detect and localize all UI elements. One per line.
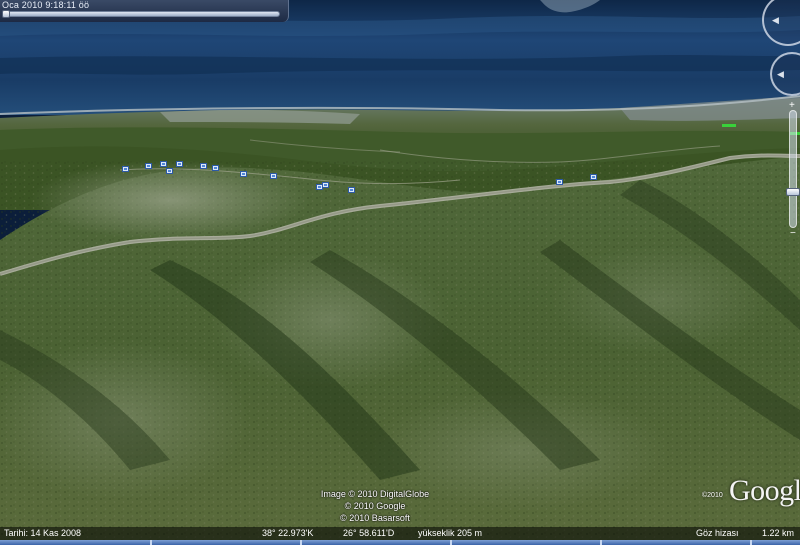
look-around-icon: ◀ <box>772 15 779 25</box>
earth-viewport[interactable]: Oca 2010 9:18:11 öö ◀ ◀ + − Image © 2010… <box>0 0 800 545</box>
imagery-attribution: Image © 2010 DigitalGlobe © 2010 Google … <box>300 488 450 524</box>
imagery-date: Tarihi: 14 Kas 2008 <box>4 528 82 538</box>
status-bar: Tarihi: 14 Kas 2008 38° 22.973'K 26° 58.… <box>0 527 800 540</box>
zoom-slider-thumb[interactable] <box>786 188 800 196</box>
placemark-icon[interactable] <box>556 179 563 185</box>
strip-tick <box>300 540 302 545</box>
attribution-line: © 2010 Basarsoft <box>340 513 410 523</box>
zoom-out-button[interactable]: − <box>790 228 796 239</box>
placemark-icon[interactable] <box>212 165 219 171</box>
placemark-icon[interactable] <box>176 161 183 167</box>
placemark-icon[interactable] <box>200 163 207 169</box>
strip-tick <box>600 540 602 545</box>
placemark-icon[interactable] <box>160 161 167 167</box>
placemark-icon[interactable] <box>122 166 129 172</box>
placemark-icon[interactable] <box>166 168 173 174</box>
placemark-icon[interactable] <box>590 174 597 180</box>
placemark-icon[interactable] <box>322 182 329 188</box>
placemark-icon[interactable] <box>145 163 152 169</box>
time-slider-thumb[interactable] <box>2 10 10 18</box>
google-logo: Google <box>729 474 800 507</box>
move-icon: ◀ <box>777 69 784 79</box>
time-slider[interactable]: Oca 2010 9:18:11 öö <box>0 0 289 22</box>
strip-tick <box>750 540 752 545</box>
strip-tick <box>450 540 452 545</box>
elevation-readout: yükseklik 205 m <box>418 528 483 538</box>
latitude-readout: 38° 22.973'K <box>262 528 314 538</box>
time-slider-label: Oca 2010 9:18:11 öö <box>2 0 90 10</box>
placemark-icon[interactable] <box>270 173 277 179</box>
eye-altitude-label: Göz hizası <box>696 528 739 538</box>
eye-altitude-value: 1.22 km <box>762 528 795 538</box>
time-slider-track[interactable] <box>2 11 280 17</box>
placemark-icon[interactable] <box>240 171 247 177</box>
shore-marker <box>722 124 736 127</box>
attribution-line: Image © 2010 DigitalGlobe <box>320 489 430 499</box>
strip-tick <box>150 540 152 545</box>
streaming-progress-strip <box>0 540 800 545</box>
placemark-icon[interactable] <box>348 187 355 193</box>
longitude-readout: 26° 58.611'D <box>343 528 395 538</box>
terrain-view[interactable] <box>0 0 800 545</box>
zoom-slider[interactable] <box>789 110 797 228</box>
attribution-line: © 2010 Google <box>344 501 406 511</box>
logo-copyright: ©2010 <box>702 492 723 499</box>
